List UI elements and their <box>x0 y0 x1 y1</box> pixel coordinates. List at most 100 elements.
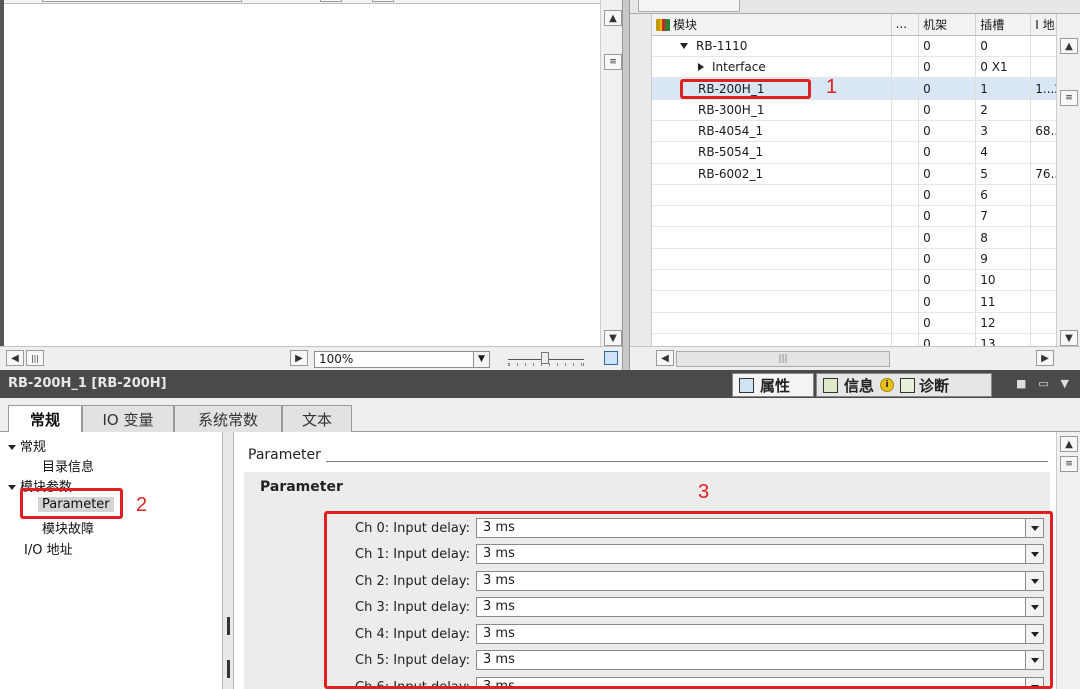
table-header-row: 模块 ... 机架 插槽 I 地... <box>652 14 1080 36</box>
device-view-canvas[interactable]: ▲ ≡ ▼ <box>0 0 626 370</box>
subtab-general[interactable]: 常规 <box>8 405 82 433</box>
zoom-select[interactable]: 100% ▼ <box>314 351 490 368</box>
inspector-title-bar: RB-200H_1 [RB-200H] 属性 信息 i 诊断 ■ ▭ ▼ <box>0 370 1080 398</box>
parameter-box-title: Parameter <box>260 479 343 495</box>
scroll-up-arrow-icon[interactable]: ▲ <box>1060 38 1078 54</box>
slot-cell: 8 <box>975 226 1032 249</box>
device-overview: 模块 ... 机架 插槽 I 地... RB-1110 0 0 Interfac… <box>630 0 1080 370</box>
nav-io-address[interactable]: I/O 地址 <box>24 539 73 558</box>
tab-info[interactable]: 信息 i 诊断 <box>816 373 992 397</box>
nav-module-fault[interactable]: 模块故障 <box>42 518 94 537</box>
toolbar-field[interactable] <box>42 0 242 2</box>
inspector-nav-tree: 常规 目录信息 模块参数 Parameter 模块故障 I/O 地址 <box>0 432 222 689</box>
table-row[interactable]: Interface 0 0 X1 <box>652 56 1080 79</box>
collapse-arrow-icon[interactable] <box>698 63 704 72</box>
subtab-io-tags[interactable]: IO 变量 <box>82 405 174 432</box>
scroll-left-arrow-icon[interactable]: ◀ <box>6 350 24 366</box>
rack-cell: 0 <box>918 77 977 100</box>
table-row[interactable]: 0 11 <box>652 290 1080 313</box>
scroll-up-arrow-icon[interactable]: ▲ <box>1060 436 1078 452</box>
module-name: RB-6002_1 <box>652 163 892 185</box>
slot-cell: 6 <box>975 184 1032 207</box>
table-row[interactable]: RB-5054_1 0 4 <box>652 141 1080 164</box>
scroll-grip-icon[interactable]: ≡ <box>1060 90 1078 106</box>
zoom-fit-icon[interactable] <box>604 351 618 365</box>
column-header-rack[interactable]: 机架 <box>918 14 977 36</box>
rack-cell: 0 <box>918 226 977 249</box>
module-name: RB-5054_1 <box>652 141 892 164</box>
canvas-toolbar <box>4 0 600 4</box>
subtab-system-constants[interactable]: 系统常数 <box>174 405 282 432</box>
zoom-slider[interactable] <box>508 352 584 366</box>
rack-cell: 0 <box>918 248 977 271</box>
nav-splitter[interactable] <box>222 432 234 689</box>
table-row[interactable]: 0 6 <box>652 184 1080 207</box>
toolbar-button[interactable] <box>372 0 394 2</box>
rack-cell: 0 <box>918 184 977 207</box>
properties-icon <box>739 377 754 393</box>
canvas-bottom-bar: ◀ ||| ▶ 100% ▼ <box>0 346 626 370</box>
column-header-module[interactable]: 模块 <box>652 14 892 36</box>
rack-cell: 0 <box>918 120 977 143</box>
table-row[interactable]: 0 12 <box>652 312 1080 334</box>
expand-arrow-icon[interactable] <box>8 445 16 450</box>
tab-diagnostics[interactable]: 诊断 <box>919 375 949 396</box>
group-title: Parameter <box>248 447 321 463</box>
overview-vertical-scrollbar[interactable]: ▲ ≡ ▼ <box>1056 14 1080 346</box>
table-row[interactable]: 0 10 <box>652 269 1080 292</box>
scroll-down-arrow-icon[interactable]: ▼ <box>1060 330 1078 346</box>
rack-cell: 0 <box>918 269 977 292</box>
nav-general[interactable]: 常规 <box>8 436 46 455</box>
column-header-slot[interactable]: 插槽 <box>975 14 1032 36</box>
overview-horizontal-scrollbar[interactable]: ◀ ||| ▶ <box>630 346 1080 370</box>
expand-arrow-icon[interactable] <box>680 42 688 49</box>
scroll-right-arrow-icon[interactable]: ▶ <box>290 350 308 366</box>
panel-splitter[interactable] <box>622 0 630 370</box>
expand-arrow-icon[interactable] <box>8 485 16 490</box>
slot-cell: 4 <box>975 141 1032 164</box>
module-name: RB-1110 <box>696 38 748 53</box>
annotation-box-1 <box>680 79 811 99</box>
overview-tab[interactable] <box>638 0 740 12</box>
inspector-title: RB-200H_1 [RB-200H] <box>8 376 167 391</box>
info-badge-icon: i <box>880 378 895 392</box>
device-overview-table: 模块 ... 机架 插槽 I 地... RB-1110 0 0 Interfac… <box>652 14 1080 356</box>
slot-cell: 0 X1 <box>975 56 1032 79</box>
module-name: Interface <box>712 60 766 75</box>
annotation-number-2: 2 <box>136 494 148 516</box>
nav-catalog-info[interactable]: 目录信息 <box>42 456 94 475</box>
scroll-left-arrow-icon[interactable]: ◀ <box>656 350 674 366</box>
toolbar-button[interactable] <box>320 0 342 2</box>
table-row[interactable]: 0 8 <box>652 226 1080 249</box>
table-row[interactable]: RB-4054_1 0 3 68.... <box>652 120 1080 143</box>
scroll-grip-icon[interactable]: ≡ <box>1060 456 1078 472</box>
window-controls-icon[interactable]: ■ ▭ ▼ <box>1016 377 1073 390</box>
slider-knob[interactable] <box>541 352 549 364</box>
slot-cell: 5 <box>975 163 1032 185</box>
slot-cell: 0 <box>975 35 1032 58</box>
subtab-texts[interactable]: 文本 <box>282 405 352 432</box>
table-row[interactable]: 0 7 <box>652 205 1080 228</box>
chevron-down-icon[interactable]: ▼ <box>473 352 489 367</box>
table-row[interactable]: RB-1110 0 0 <box>652 35 1080 58</box>
scroll-down-arrow-icon[interactable]: ▼ <box>604 330 622 346</box>
table-row[interactable]: RB-300H_1 0 2 <box>652 99 1080 121</box>
slot-cell: 1 <box>975 77 1032 100</box>
slot-cell: 2 <box>975 99 1032 121</box>
row-header-column <box>630 14 652 346</box>
rack-icon <box>656 18 670 31</box>
scroll-thumb[interactable]: ||| <box>676 351 890 367</box>
scroll-right-arrow-icon[interactable]: ▶ <box>1036 350 1054 366</box>
content-vertical-scrollbar[interactable]: ▲ ≡ <box>1056 432 1080 689</box>
tab-properties[interactable]: 属性 <box>732 373 814 397</box>
group-divider <box>326 461 1048 462</box>
overview-tabstrip <box>630 0 1080 14</box>
annotation-box-3 <box>324 511 1053 689</box>
table-row[interactable]: RB-6002_1 0 5 76.... <box>652 163 1080 185</box>
table-row[interactable]: 0 9 <box>652 248 1080 271</box>
rack-cell: 0 <box>918 141 977 164</box>
column-header-dots[interactable]: ... <box>891 14 920 36</box>
scroll-grip-icon[interactable]: ≡ <box>604 54 622 70</box>
scroll-up-arrow-icon[interactable]: ▲ <box>604 10 622 26</box>
scroll-grip-icon[interactable]: ||| <box>26 350 44 366</box>
